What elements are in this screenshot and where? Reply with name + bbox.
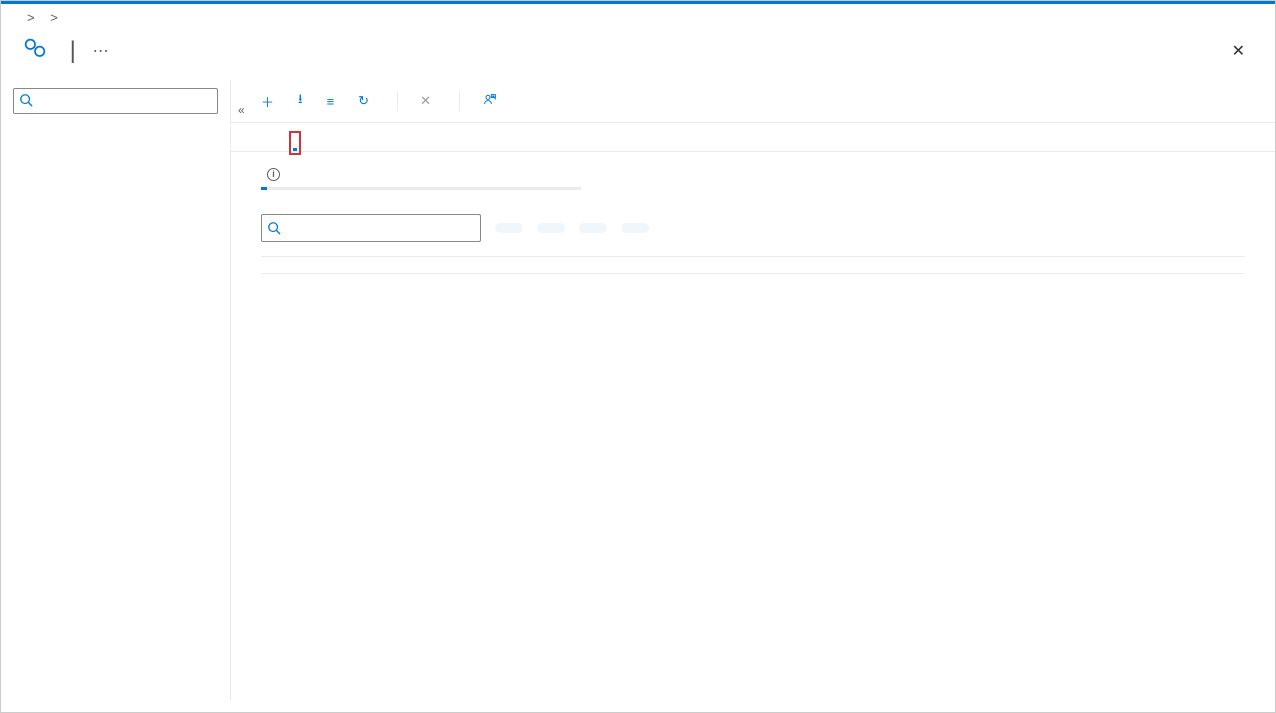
remove-icon: ✕ (420, 93, 431, 109)
search-icon (19, 93, 33, 110)
assignment-progress (261, 187, 581, 190)
download-icon: ⭳ (298, 90, 303, 112)
search-icon (267, 221, 281, 238)
download-button[interactable]: ⭳ (298, 90, 309, 112)
sidebar (1, 80, 231, 700)
tab-roles[interactable] (325, 135, 329, 151)
refresh-icon: ↻ (358, 93, 369, 109)
more-button[interactable]: ⋯ (93, 41, 109, 61)
filter-role[interactable] (537, 223, 565, 233)
tab-deny-assignments[interactable] (357, 135, 361, 151)
close-button[interactable]: ✕ (1222, 37, 1255, 65)
collapse-sidebar-button[interactable]: « (238, 103, 245, 117)
feedback-button[interactable] (482, 92, 504, 111)
tab-check-access[interactable] (261, 135, 265, 151)
role-assignments-table (261, 256, 1245, 274)
edit-columns-button[interactable]: ≡ (327, 94, 341, 109)
filter-scope[interactable] (579, 223, 607, 233)
tab-role-assignments[interactable] (293, 135, 297, 151)
feedback-icon (482, 92, 498, 111)
info-icon[interactable]: i (267, 168, 280, 181)
sidebar-search-input[interactable] (13, 88, 218, 114)
assignment-count-label: i (261, 168, 1245, 181)
search-input[interactable] (261, 214, 481, 242)
add-button[interactable]: ＋ (261, 92, 280, 111)
tab-classic-administrators[interactable] (389, 135, 393, 151)
filter-groupby[interactable] (621, 223, 649, 233)
columns-icon: ≡ (327, 94, 335, 109)
settings-section-label (1, 124, 230, 140)
plus-icon: ＋ (261, 92, 274, 111)
page-subtitle: | (63, 37, 83, 65)
remove-button[interactable]: ✕ (420, 93, 437, 109)
resource-group-icon (21, 35, 49, 66)
refresh-button[interactable]: ↻ (358, 93, 375, 109)
cost-section-label (1, 140, 230, 156)
filter-type[interactable] (495, 223, 523, 233)
breadcrumb: > > (1, 4, 1275, 31)
resource-type-label (1, 70, 1275, 80)
